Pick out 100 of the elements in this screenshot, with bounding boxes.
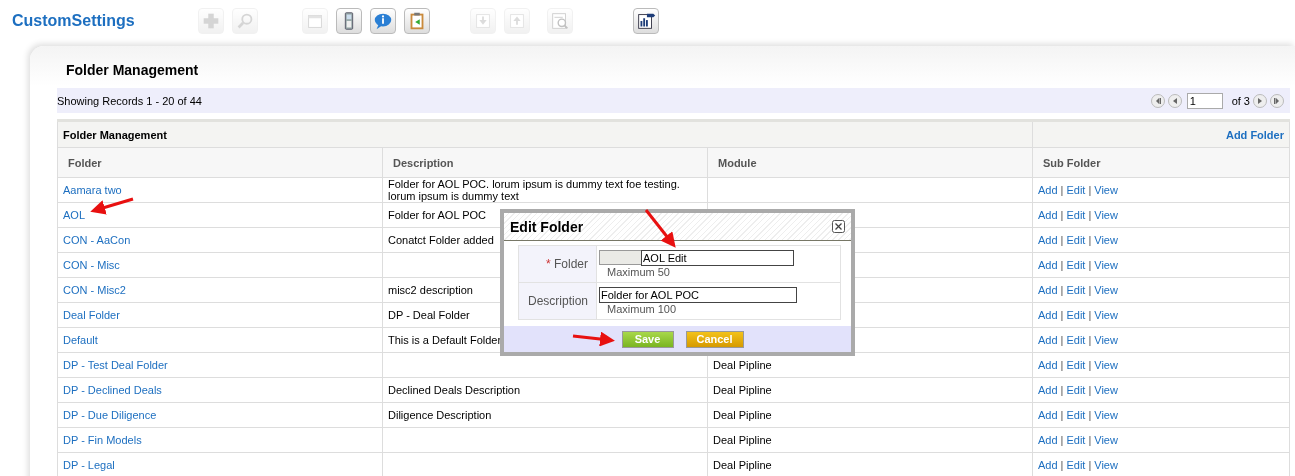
table-title: Folder Management bbox=[63, 128, 167, 141]
module-text: Deal Pipline bbox=[713, 409, 772, 421]
separator: | bbox=[1059, 284, 1065, 296]
annotation-arrow bbox=[572, 331, 615, 347]
folder-link[interactable]: AOL bbox=[63, 209, 85, 221]
folder-link[interactable]: DP - Fin Models bbox=[63, 434, 142, 446]
sub-folder-link[interactable]: View bbox=[1094, 434, 1118, 446]
folder-link[interactable]: DP - Declined Deals bbox=[63, 384, 162, 396]
sub-folder-link[interactable]: View bbox=[1094, 209, 1118, 221]
description-text: DP - Deal Folder bbox=[388, 309, 470, 321]
sub-folder-link[interactable]: Add bbox=[1038, 459, 1058, 471]
sub-folder-link[interactable]: Edit bbox=[1066, 409, 1086, 421]
column-header: Description bbox=[382, 147, 708, 178]
sub-folder-link[interactable]: View bbox=[1094, 309, 1118, 321]
toolbar-button[interactable] bbox=[633, 8, 659, 34]
folder-link[interactable]: Aamara two bbox=[63, 184, 122, 196]
sub-folder-link[interactable]: Add bbox=[1038, 359, 1058, 371]
description-text: Declined Deals Description bbox=[388, 384, 521, 396]
sub-folder-link[interactable]: Add bbox=[1038, 284, 1058, 296]
folder-link[interactable]: Deal Folder bbox=[63, 309, 120, 321]
folder-link[interactable]: CON - AaCon bbox=[63, 234, 131, 246]
sub-folder-link[interactable]: Edit bbox=[1066, 309, 1086, 321]
sub-folder-link[interactable]: Edit bbox=[1066, 209, 1086, 221]
panel-title: Folder Management bbox=[66, 62, 199, 78]
record-count: Showing Records 1 - 20 of 44 bbox=[57, 94, 202, 107]
sub-folder-link[interactable]: Add bbox=[1038, 334, 1058, 346]
separator: | bbox=[1059, 459, 1065, 471]
annotation-arrow bbox=[644, 209, 676, 248]
description-text: This is a Default Folder bbox=[388, 334, 502, 346]
sub-folder-link[interactable]: Add bbox=[1038, 209, 1058, 221]
field-hint: Maximum 50 bbox=[607, 266, 671, 278]
sub-folder-link[interactable]: View bbox=[1094, 284, 1118, 296]
separator: | bbox=[1087, 259, 1093, 271]
last-page-icon[interactable] bbox=[1270, 93, 1284, 108]
app-title: CustomSettings bbox=[12, 12, 136, 30]
input-field[interactable]: AOL Edit bbox=[641, 250, 794, 266]
separator: | bbox=[1059, 384, 1065, 396]
separator: | bbox=[1059, 184, 1065, 196]
column-header: Sub Folder bbox=[1032, 147, 1290, 178]
separator: | bbox=[1087, 409, 1093, 421]
separator: | bbox=[1087, 384, 1093, 396]
page-field[interactable]: 1 bbox=[1186, 92, 1223, 109]
separator: | bbox=[1087, 309, 1093, 321]
input-field[interactable]: Folder for AOL POC bbox=[599, 287, 797, 303]
sub-folder-link[interactable]: Add bbox=[1038, 259, 1058, 271]
folder-link[interactable]: CON - Misc2 bbox=[63, 284, 126, 296]
sub-folder-link[interactable]: Edit bbox=[1066, 334, 1086, 346]
sub-folder-link[interactable]: Edit bbox=[1066, 259, 1086, 271]
separator: | bbox=[1087, 459, 1093, 471]
sub-folder-link[interactable]: Add bbox=[1038, 409, 1058, 421]
folder-link[interactable]: Default bbox=[63, 334, 98, 346]
sub-folder-link[interactable]: Add bbox=[1038, 309, 1058, 321]
sub-folder-link[interactable]: Edit bbox=[1066, 434, 1086, 446]
sub-folder-link[interactable]: View bbox=[1094, 334, 1118, 346]
separator: | bbox=[1087, 334, 1093, 346]
sub-folder-link[interactable]: View bbox=[1094, 384, 1118, 396]
separator: | bbox=[1087, 359, 1093, 371]
description-text: misc2 description bbox=[388, 284, 473, 296]
first-page-icon[interactable] bbox=[1150, 93, 1165, 108]
separator: | bbox=[1087, 209, 1093, 221]
sub-folder-link[interactable]: View bbox=[1094, 184, 1118, 196]
description-text: Folder for AOL POC. lorum ipsum is dummy text foe testing. lorum ipsum is dummy text bbox=[388, 178, 680, 202]
folder-link[interactable]: DP - Due Diligence bbox=[63, 409, 157, 421]
folder-link[interactable]: CON - Misc bbox=[63, 259, 120, 271]
folder-link[interactable]: DP - Legal bbox=[63, 459, 115, 471]
separator: | bbox=[1087, 284, 1093, 296]
sub-folder-link[interactable]: Add bbox=[1038, 434, 1058, 446]
sub-folder-link[interactable]: Edit bbox=[1066, 284, 1086, 296]
folder-link[interactable]: DP - Test Deal Folder bbox=[63, 359, 168, 371]
toolbar-button[interactable] bbox=[336, 8, 362, 34]
sub-folder-link[interactable]: Add bbox=[1038, 234, 1058, 246]
sub-folder-link[interactable]: View bbox=[1094, 234, 1118, 246]
next-page-icon[interactable] bbox=[1253, 93, 1267, 108]
separator: | bbox=[1087, 434, 1093, 446]
separator: | bbox=[1059, 309, 1065, 321]
description-text: Conatct Folder added bbox=[388, 234, 494, 246]
close-icon[interactable] bbox=[832, 220, 845, 233]
previous-page-icon[interactable] bbox=[1167, 93, 1182, 108]
sub-folder-link[interactable]: Edit bbox=[1066, 184, 1086, 196]
sub-folder-link[interactable]: Edit bbox=[1066, 234, 1086, 246]
field-label: Description bbox=[527, 294, 588, 308]
sub-folder-link[interactable]: Edit bbox=[1066, 384, 1086, 396]
add-folder-link[interactable]: Add Folder bbox=[1225, 128, 1284, 141]
sub-folder-link[interactable]: View bbox=[1094, 409, 1118, 421]
separator: | bbox=[1059, 334, 1065, 346]
separator: | bbox=[1087, 234, 1093, 246]
sub-folder-link[interactable]: View bbox=[1094, 259, 1118, 271]
sub-folder-link[interactable]: Edit bbox=[1066, 359, 1086, 371]
separator: | bbox=[1059, 209, 1065, 221]
description-text: Diligence Description bbox=[388, 409, 492, 421]
sub-folder-link[interactable]: Add bbox=[1038, 184, 1058, 196]
column-header: Module bbox=[707, 147, 1033, 178]
sub-folder-link[interactable]: View bbox=[1094, 459, 1118, 471]
sub-folder-link[interactable]: Edit bbox=[1066, 459, 1086, 471]
column-header: Folder bbox=[57, 147, 383, 178]
document-search-icon bbox=[549, 10, 571, 32]
sub-folder-link[interactable]: View bbox=[1094, 359, 1118, 371]
separator: | bbox=[1087, 184, 1093, 196]
field-hint: Maximum 100 bbox=[607, 303, 678, 315]
sub-folder-link[interactable]: Add bbox=[1038, 384, 1058, 396]
